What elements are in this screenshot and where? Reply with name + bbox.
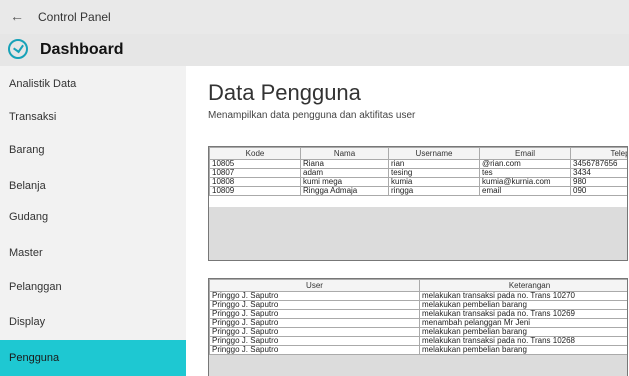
users-header-row: Kode Nama Username Email Telep — [209, 147, 627, 160]
sidebar-item-belanja[interactable]: Belanja — [0, 170, 186, 203]
cell-user: Pringgo J. Saputro — [209, 327, 420, 337]
check-circle-icon — [8, 39, 28, 59]
column-header-email[interactable]: Email — [479, 147, 571, 160]
window-title: Control Panel — [38, 10, 111, 24]
table-row[interactable]: 10808 kumi mega kumia kumia@kurnia.com 9… — [209, 177, 627, 187]
cell-keterangan: melakukan transaksi pada no. Trans 10270 — [419, 291, 627, 301]
cell-email: tes — [479, 168, 571, 178]
cell-keterangan: melakukan pembelian barang — [419, 300, 627, 310]
grid-empty-area — [209, 207, 627, 260]
cell-user: Pringgo J. Saputro — [209, 318, 420, 328]
cell-user: Pringgo J. Saputro — [209, 345, 420, 355]
page-subtitle: Menampilkan data pengguna dan aktifitas … — [208, 110, 416, 121]
cell-keterangan: melakukan pembelian barang — [419, 327, 627, 337]
cell-telepon: 3434 — [570, 168, 627, 178]
column-header-user[interactable]: User — [209, 279, 420, 292]
table-row[interactable]: Pringgo J. Saputro melakukan transaksi p… — [209, 309, 627, 319]
cell-kode: 10808 — [209, 177, 301, 187]
app-header: Dashboard — [0, 34, 629, 66]
cell-user: Pringgo J. Saputro — [209, 309, 420, 319]
table-row[interactable]: Pringgo J. Saputro melakukan transaksi p… — [209, 291, 627, 301]
cell-telepon: 980 — [570, 177, 627, 187]
cell-user: Pringgo J. Saputro — [209, 336, 420, 346]
cell-nama: kumi mega — [300, 177, 389, 187]
cell-email: email — [479, 186, 571, 196]
sidebar-item-master[interactable]: Master — [0, 237, 186, 270]
table-row[interactable]: Pringgo J. Saputro menambah pelanggan Mr… — [209, 318, 627, 328]
sidebar-item-analistik-data[interactable]: Analistik Data — [0, 68, 186, 101]
cell-keterangan: melakukan pembelian barang — [419, 345, 627, 355]
cell-keterangan: melakukan transaksi pada no. Trans 10269 — [419, 309, 627, 319]
cell-kode: 10807 — [209, 168, 301, 178]
cell-username: ringga — [388, 186, 480, 196]
table-row[interactable]: 10807 adam tesing tes 3434 — [209, 168, 627, 178]
title-bar: ← Control Panel — [0, 0, 629, 34]
app-title: Dashboard — [40, 41, 124, 58]
sidebar-item-display[interactable]: Display — [0, 306, 186, 339]
cell-username: rian — [388, 159, 480, 169]
table-row[interactable]: Pringgo J. Saputro melakukan transaksi p… — [209, 336, 627, 346]
page-title: Data Pengguna — [208, 80, 361, 105]
cell-kode: 10809 — [209, 186, 301, 196]
sidebar-item-pelanggan[interactable]: Pelanggan — [0, 271, 186, 304]
activity-grid[interactable]: User Keterangan Pringgo J. Saputro melak… — [208, 278, 628, 376]
cell-nama: Riana — [300, 159, 389, 169]
cell-user: Pringgo J. Saputro — [209, 291, 420, 301]
back-arrow-icon[interactable]: ← — [10, 8, 24, 24]
cell-email: kumia@kurnia.com — [479, 177, 571, 187]
table-row[interactable]: Pringgo J. Saputro melakukan pembelian b… — [209, 345, 627, 355]
table-row[interactable]: Pringgo J. Saputro melakukan pembelian b… — [209, 327, 627, 337]
activity-header-row: User Keterangan — [209, 279, 627, 292]
sidebar-item-pengguna[interactable]: Pengguna — [0, 340, 186, 376]
sidebar-item-gudang[interactable]: Gudang — [0, 201, 186, 234]
column-header-kode[interactable]: Kode — [209, 147, 301, 160]
column-header-username[interactable]: Username — [388, 147, 480, 160]
column-header-nama[interactable]: Nama — [300, 147, 389, 160]
users-grid[interactable]: Kode Nama Username Email Telep 10805 Ria… — [208, 146, 628, 261]
cell-kode: 10805 — [209, 159, 301, 169]
cell-email: @rian.com — [479, 159, 571, 169]
table-row[interactable]: 10809 Ringga Admaja ringga email 090 — [209, 186, 627, 196]
table-row[interactable]: Pringgo J. Saputro melakukan pembelian b… — [209, 300, 627, 310]
sidebar-item-transaksi[interactable]: Transaksi — [0, 101, 186, 134]
users-table: Kode Nama Username Email Telep 10805 Ria… — [209, 147, 627, 196]
cell-user: Pringgo J. Saputro — [209, 300, 420, 310]
sidebar-item-barang[interactable]: Barang — [0, 134, 186, 167]
sidebar: Analistik Data Transaksi Barang Belanja … — [0, 66, 186, 376]
cell-telepon: 090 — [570, 186, 627, 196]
cell-telepon: 3456787656 — [570, 159, 627, 169]
cell-nama: adam — [300, 168, 389, 178]
main-content: Data Pengguna Menampilkan data pengguna … — [186, 66, 629, 376]
cell-keterangan: melakukan transaksi pada no. Trans 10268 — [419, 336, 627, 346]
column-header-keterangan[interactable]: Keterangan — [419, 279, 627, 292]
cell-nama: Ringga Admaja — [300, 186, 389, 196]
cell-keterangan: menambah pelanggan Mr Jeni — [419, 318, 627, 328]
activity-table: User Keterangan Pringgo J. Saputro melak… — [209, 279, 627, 355]
table-row[interactable]: 10805 Riana rian @rian.com 3456787656 — [209, 159, 627, 169]
column-header-telepon[interactable]: Telep — [570, 147, 627, 160]
cell-username: tesing — [388, 168, 480, 178]
cell-username: kumia — [388, 177, 480, 187]
